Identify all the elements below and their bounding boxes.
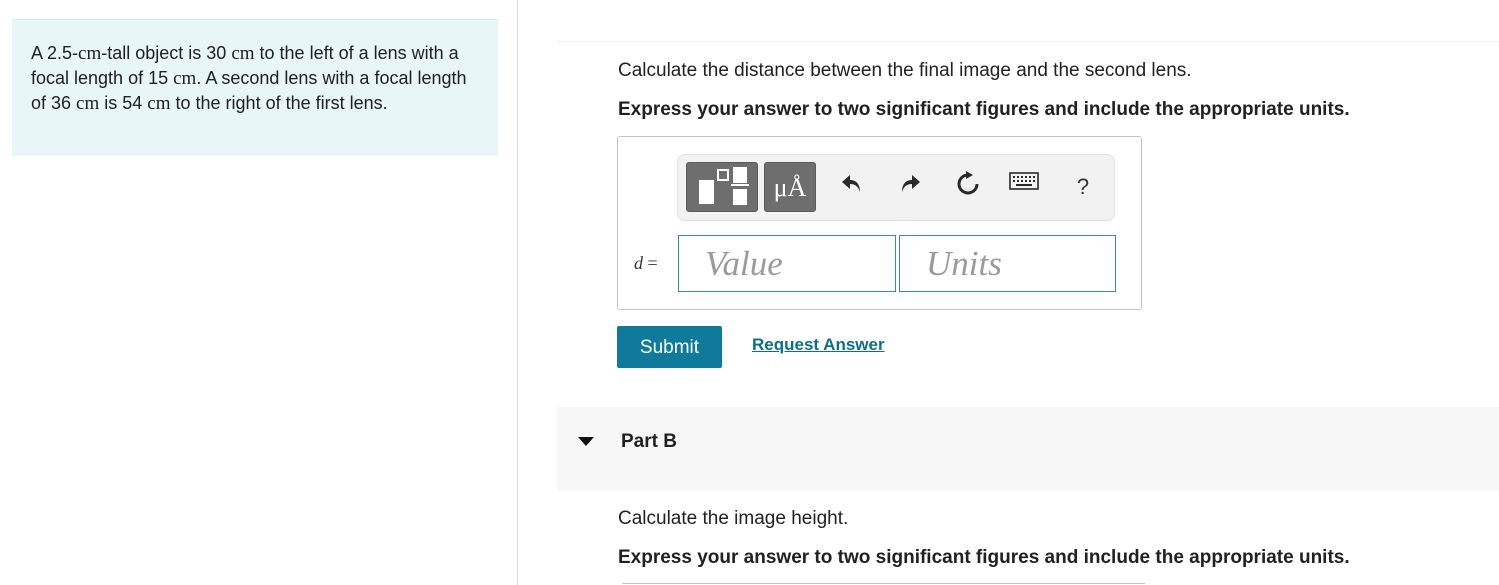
fraction-template-button[interactable] [686,162,758,212]
unit-cm: cm [231,43,255,64]
problem-text-5: is 54 [99,93,148,113]
math-toolbar: μÅ ? [677,154,1115,221]
value-input[interactable] [678,235,896,292]
unit-cm: cm [173,68,197,89]
part-b-header[interactable]: Part B [557,407,1499,491]
answer-box: μÅ ? d = [617,136,1142,310]
redo-icon[interactable] [894,171,926,203]
part-b-title: Part B [621,431,677,452]
units-button[interactable]: μÅ [764,162,816,212]
equals-sign: = [643,253,658,273]
reset-icon[interactable] [952,171,984,203]
request-answer-link[interactable]: Request Answer [752,335,885,355]
units-icon: μÅ [773,173,807,202]
undo-icon[interactable] [836,171,868,203]
keyboard-icon[interactable] [1008,171,1040,203]
units-input[interactable] [899,235,1116,292]
problem-text-6: to the right of the first lens. [170,93,388,113]
part-a-question: Calculate the distance between the final… [618,60,1192,81]
problem-text-1: A 2.5- [31,43,79,63]
unit-cm: cm [78,43,102,64]
variable-symbol: d [634,253,643,273]
unit-cm: cm [147,93,171,114]
part-b-question: Calculate the image height. [618,508,849,529]
part-a-instruction: Express your answer to two significant f… [618,99,1350,120]
part-b-instruction: Express your answer to two significant f… [618,547,1350,568]
collapse-caret-icon[interactable] [578,437,594,446]
variable-label: d = [634,253,658,274]
column-divider [517,0,518,585]
problem-text-2: -tall object is 30 [101,43,232,63]
problem-statement: A 2.5-cm-tall object is 30 cm to the lef… [12,19,498,156]
help-icon[interactable]: ? [1067,171,1099,203]
section-divider [557,41,1499,42]
unit-cm: cm [76,93,100,114]
part-b-answer-box-edge [622,583,1145,584]
submit-button[interactable]: Submit [617,326,722,368]
